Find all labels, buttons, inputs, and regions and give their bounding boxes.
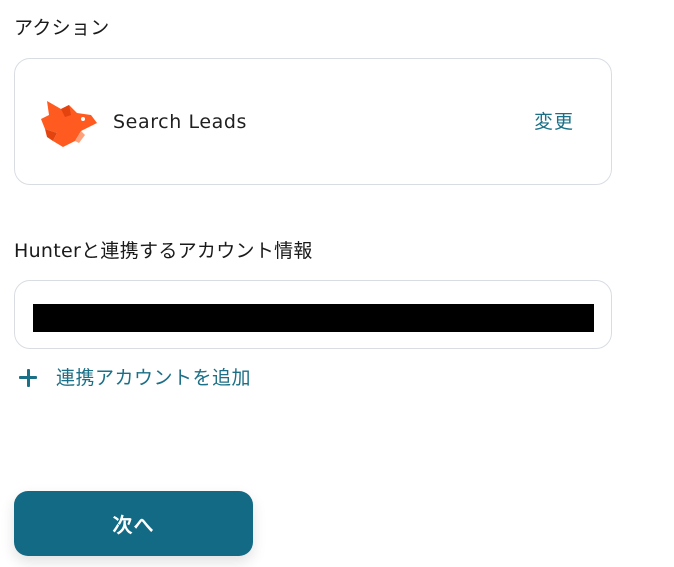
hunter-fox-icon [39, 95, 99, 149]
action-name: Search Leads [113, 111, 248, 133]
redacted-account-value [33, 304, 594, 332]
plus-icon [16, 365, 42, 391]
action-settings-page: アクション Search Leads 変更 Hunterと連携するアカウント情報… [0, 0, 674, 567]
add-linked-account-label: 連携アカウントを追加 [56, 367, 252, 389]
next-button[interactable]: 次へ [14, 491, 253, 556]
linked-account-select[interactable] [14, 280, 612, 349]
action-section-title: アクション [14, 17, 110, 39]
action-card: Search Leads 変更 [14, 58, 612, 185]
add-linked-account-button[interactable]: 連携アカウントを追加 [16, 365, 251, 391]
account-section-title: Hunterと連携するアカウント情報 [14, 240, 313, 262]
change-action-button[interactable]: 変更 [534, 110, 574, 134]
